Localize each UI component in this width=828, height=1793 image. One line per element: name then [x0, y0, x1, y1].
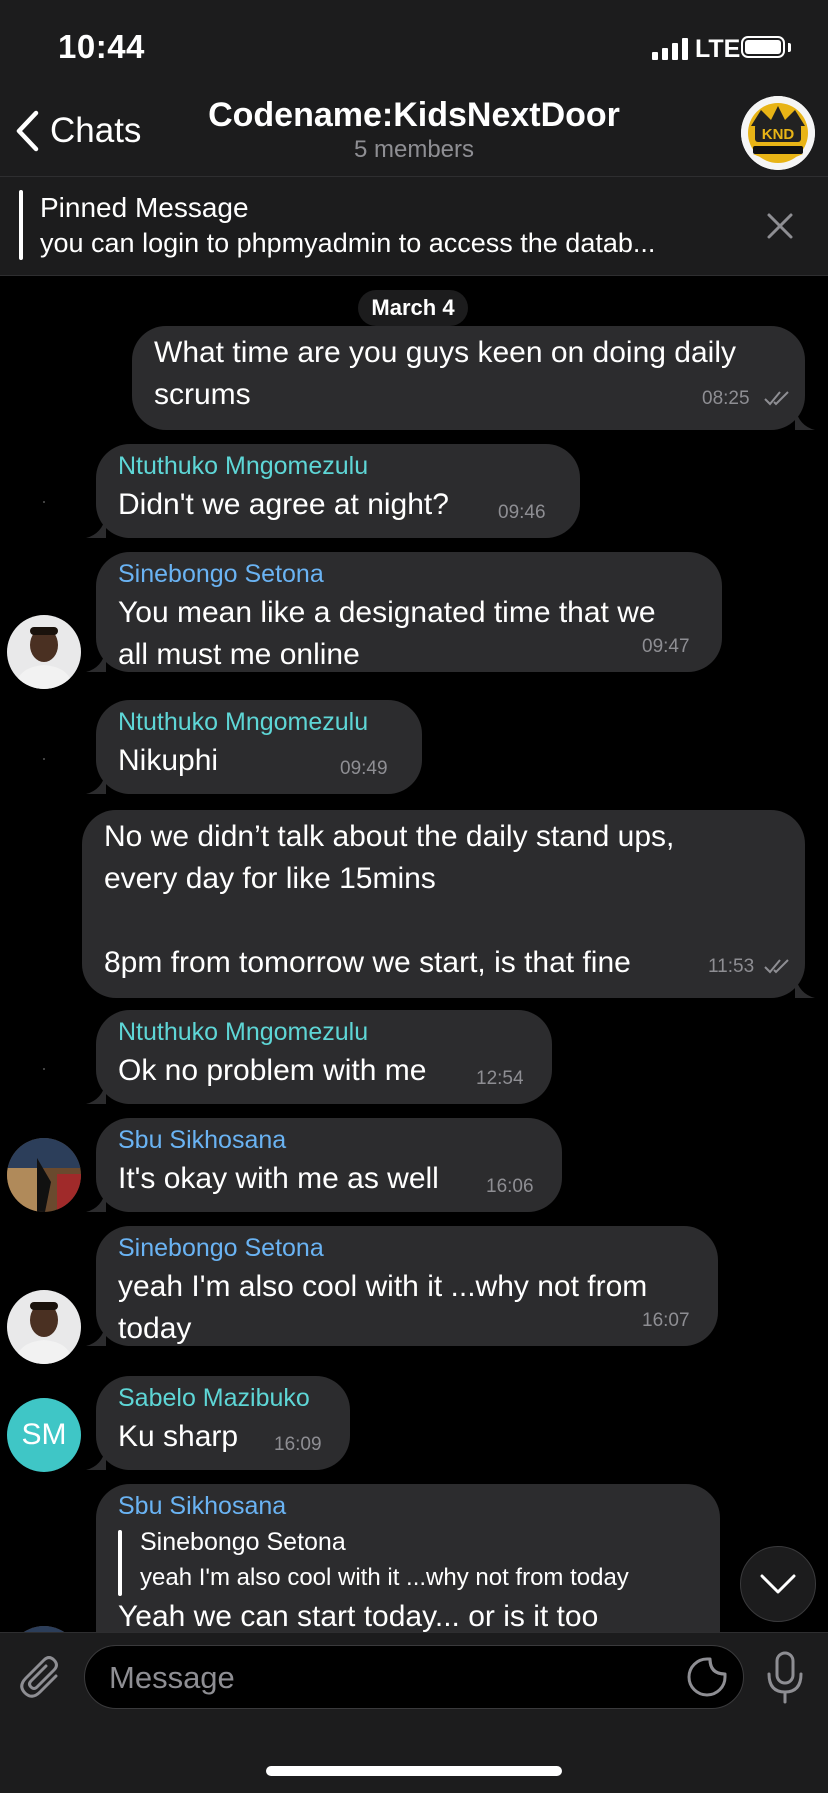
bubble-tail	[86, 1448, 106, 1470]
date-separator: March 4	[358, 290, 468, 326]
knd-logo-icon: KND	[741, 96, 815, 170]
message-time: 09:47	[642, 636, 690, 657]
bubble-tail	[86, 516, 106, 538]
sender-name[interactable]: Ntuthuko Mngomezulu	[118, 452, 368, 481]
avatar-initials: SM	[21, 1418, 67, 1451]
sticker-button[interactable]	[686, 1656, 728, 1703]
back-label: Chats	[50, 111, 142, 150]
avatar-sabelo[interactable]: SM	[7, 1398, 81, 1472]
message-text: It's okay with me as well	[118, 1162, 439, 1195]
message-bubble-reply[interactable]: Sbu Sikhosana Sinebongo Setona yeah I'm …	[96, 1484, 720, 1632]
message-time: 08:25	[702, 388, 750, 409]
status-time: 10:44	[58, 28, 145, 65]
chat-title[interactable]: Codename:KidsNextDoor	[164, 96, 664, 135]
sender-name[interactable]: Ntuthuko Mngomezulu	[118, 1018, 368, 1047]
message-time: 12:54	[476, 1068, 524, 1089]
sender-name[interactable]: Ntuthuko Mngomezulu	[118, 708, 368, 737]
sender-name[interactable]: Sbu Sikhosana	[118, 1126, 286, 1155]
message-text: Yeah we can start today... or is it too	[118, 1600, 599, 1632]
bubble-tail	[86, 1324, 106, 1346]
bubble-tail	[86, 650, 106, 672]
reply-indicator	[118, 1530, 122, 1596]
message-bubble[interactable]: Sabelo Mazibuko Ku sharp 16:09	[86, 1376, 350, 1470]
avatar-sinebongo[interactable]	[7, 615, 81, 689]
message-bubble[interactable]: Ntuthuko Mngomezulu Didn't we agree at n…	[86, 444, 580, 538]
avatar-sinebongo[interactable]	[7, 1290, 81, 1364]
message-text: Ku sharp	[118, 1420, 239, 1453]
avatar-placeholder	[43, 1068, 45, 1070]
message-bubble-outgoing[interactable]: No we didn’t talk about the daily stand …	[82, 810, 815, 998]
message-bubble[interactable]: Ntuthuko Mngomezulu Ok no problem with m…	[86, 1010, 552, 1104]
message-text: yeah I'm also cool with it ...why not fr…	[118, 1270, 648, 1345]
sticker-icon	[687, 1657, 727, 1697]
bubble-tail	[86, 1190, 106, 1212]
home-indicator[interactable]	[266, 1766, 562, 1776]
person-photo-icon	[7, 615, 81, 689]
bubble-tail	[795, 976, 815, 998]
sender-name[interactable]: Sinebongo Setona	[118, 1234, 324, 1263]
pinned-text: you can login to phpmyadmin to access th…	[40, 228, 656, 258]
sender-name[interactable]: Sabelo Mazibuko	[118, 1384, 310, 1413]
avatar-placeholder	[43, 501, 45, 503]
message-field[interactable]	[84, 1645, 744, 1710]
message-text: No we didn’t talk about the daily stand …	[104, 820, 675, 979]
message-input[interactable]	[107, 1646, 671, 1710]
message-text: What time are you guys keen on doing dai…	[154, 336, 736, 411]
message-text: Ok no problem with me	[118, 1054, 427, 1087]
message-bubble[interactable]: Sinebongo Setona yeah I'm also cool with…	[86, 1226, 718, 1346]
message-time: 09:49	[340, 758, 388, 779]
message-time: 16:07	[642, 1310, 690, 1331]
microphone-button[interactable]	[762, 1650, 808, 1709]
message-text: You mean like a designated time that we …	[118, 596, 656, 671]
paperclip-icon	[20, 1656, 58, 1698]
microphone-icon	[767, 1651, 803, 1704]
message-time: 16:06	[486, 1176, 534, 1197]
message-bubble[interactable]: Sbu Sikhosana It's okay with me as well …	[86, 1118, 562, 1212]
close-icon	[767, 213, 793, 239]
network-label: LTE	[695, 35, 741, 63]
reply-text[interactable]: yeah I'm also cool with it ...why not fr…	[140, 1564, 629, 1592]
chevron-down-icon	[760, 1574, 796, 1594]
back-button[interactable]: Chats	[14, 110, 141, 152]
message-text: Nikuphi	[118, 744, 219, 777]
pinned-indicator	[19, 190, 23, 260]
group-avatar[interactable]: KND	[741, 96, 815, 170]
pinned-title: Pinned Message	[40, 192, 249, 223]
person-photo-icon	[7, 1290, 81, 1364]
attach-button[interactable]	[18, 1654, 66, 1707]
sender-name[interactable]: Sbu Sikhosana	[118, 1492, 286, 1521]
message-bubble[interactable]: Ntuthuko Mngomezulu Nikuphi 09:49	[86, 700, 422, 794]
battery-icon	[741, 36, 785, 58]
person-photo-icon	[7, 1138, 81, 1212]
signal-icon	[652, 38, 688, 60]
avatar-placeholder	[43, 758, 45, 760]
bubble-tail	[86, 772, 106, 794]
chevron-left-icon	[16, 110, 39, 152]
message-list[interactable]: March 4 What time are you guys keen on d…	[0, 276, 828, 1632]
scroll-down-button[interactable]	[740, 1546, 816, 1622]
read-checkmarks-icon	[764, 959, 789, 974]
reply-sender[interactable]: Sinebongo Setona	[140, 1528, 346, 1557]
battery-tip	[788, 43, 791, 52]
bubble-tail	[795, 408, 815, 430]
message-text: Didn't we agree at night?	[118, 488, 449, 521]
close-pinned-button[interactable]	[764, 210, 796, 247]
bubble-tail	[86, 1082, 106, 1104]
message-time: 09:46	[498, 502, 546, 523]
message-bubble[interactable]: Sinebongo Setona You mean like a designa…	[86, 552, 722, 672]
message-time: 11:53	[708, 956, 755, 977]
sender-name[interactable]: Sinebongo Setona	[118, 560, 324, 589]
chat-subtitle: 5 members	[353, 136, 475, 163]
avatar-sbu[interactable]	[7, 1138, 81, 1212]
message-bubble-outgoing[interactable]: What time are you guys keen on doing dai…	[132, 326, 815, 430]
message-time: 16:09	[274, 1434, 322, 1455]
read-checkmarks-icon	[764, 391, 789, 406]
svg-text:KND: KND	[762, 126, 795, 143]
